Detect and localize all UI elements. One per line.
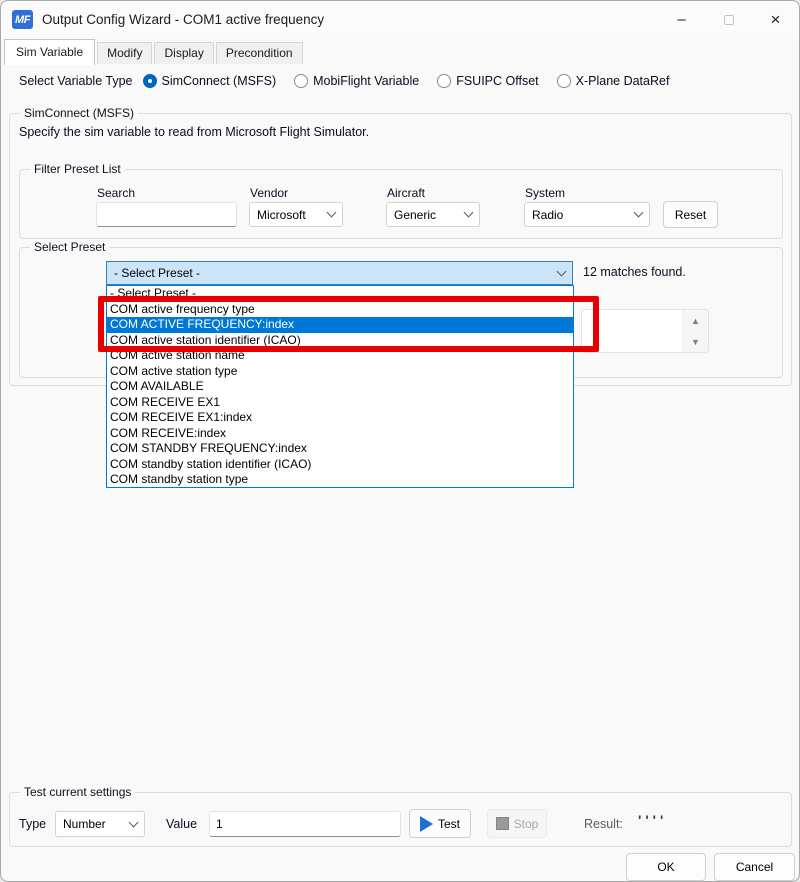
test-group-label: Test current settings (20, 785, 135, 799)
matches-found-text: 12 matches found. (583, 265, 686, 279)
simconnect-group-label: SimConnect (MSFS) (20, 106, 138, 120)
mobiflight-logo-icon: MF (12, 10, 33, 29)
search-input[interactable] (96, 202, 237, 227)
preset-option[interactable]: COM active frequency type (107, 302, 573, 318)
close-icon: × (771, 10, 781, 30)
chevron-down-icon (634, 208, 644, 218)
title-bar: MF Output Config Wizard - COM1 active fr… (1, 1, 799, 38)
variable-type-options: SimConnect (MSFS) MobiFlight Variable FSUI… (143, 74, 688, 88)
system-label: System (525, 186, 565, 200)
system-select[interactable]: Radio (524, 202, 650, 227)
preset-option[interactable]: COM RECEIVE:index (107, 426, 573, 442)
preset-option[interactable]: COM standby station identifier (ICAO) (107, 457, 573, 473)
value-label: Value (166, 817, 197, 831)
preset-option[interactable]: COM standby station type (107, 472, 573, 488)
tab-display[interactable]: Display (154, 42, 213, 64)
variable-type-caption: Select Variable Type (19, 74, 133, 88)
arrow-up-icon: ▲ (691, 316, 700, 326)
filter-group-label: Filter Preset List (30, 162, 125, 176)
preset-option[interactable]: COM ACTIVE FREQUENCY:index (107, 317, 573, 333)
type-select[interactable]: Number (55, 811, 145, 837)
test-button[interactable]: Test (409, 809, 471, 838)
maximize-icon (724, 15, 734, 25)
preset-select[interactable]: - Select Preset - (106, 261, 573, 285)
stop-icon (496, 817, 509, 830)
tab-modify[interactable]: Modify (97, 42, 152, 64)
radio-label: SimConnect (MSFS) (162, 74, 277, 88)
vendor-label: Vendor (250, 186, 288, 200)
variable-type-row: Select Variable Type SimConnect (MSFS) Mo… (19, 74, 687, 88)
spinner-down-button[interactable]: ▼ (683, 331, 708, 352)
dialog-window: MF Output Config Wizard - COM1 active fr… (0, 0, 800, 882)
radio-button-icon (143, 74, 157, 88)
radio-mobiflight-variable[interactable]: MobiFlight Variable (294, 74, 419, 88)
index-spinner[interactable]: ▲ ▼ (581, 309, 709, 353)
radio-fsuipc-offset[interactable]: FSUIPC Offset (437, 74, 538, 88)
preset-option[interactable]: - Select Preset - (107, 286, 573, 302)
radio-button-icon (437, 74, 451, 88)
cancel-button[interactable]: Cancel (714, 853, 795, 881)
preset-dropdown-list: - Select Preset -COM active frequency ty… (106, 285, 574, 488)
reset-button[interactable]: Reset (663, 201, 718, 228)
result-label: Result: (584, 817, 623, 831)
preset-option[interactable]: COM active station name (107, 348, 573, 364)
radio-simconnect-msfs[interactable]: SimConnect (MSFS) (143, 74, 277, 88)
vendor-select[interactable]: Microsoft (249, 202, 343, 227)
aircraft-select[interactable]: Generic (386, 202, 480, 227)
stop-button[interactable]: Stop (487, 809, 547, 838)
preset-option[interactable]: COM AVAILABLE (107, 379, 573, 395)
minimize-icon: – (677, 11, 685, 28)
chevron-down-icon (129, 817, 139, 827)
simconnect-description: Specify the sim variable to read from Mi… (19, 125, 369, 139)
radio-label: FSUIPC Offset (456, 74, 538, 88)
preset-option[interactable]: COM active station type (107, 364, 573, 380)
spinner-up-button[interactable]: ▲ (683, 310, 708, 331)
tab-strip: Sim VariableModifyDisplayPrecondition (4, 40, 305, 64)
index-spinner-value[interactable] (582, 310, 682, 352)
window-title: Output Config Wizard - COM1 active frequ… (42, 12, 324, 27)
minimize-button[interactable]: – (658, 1, 705, 38)
chevron-down-icon (464, 208, 474, 218)
play-icon (420, 816, 433, 832)
preset-group-label: Select Preset (30, 240, 109, 254)
chevron-down-icon (327, 208, 337, 218)
radio-button-icon (294, 74, 308, 88)
preset-option[interactable]: COM RECEIVE EX1 (107, 395, 573, 411)
radio-label: X-Plane DataRef (576, 74, 670, 88)
value-input[interactable] (209, 811, 401, 837)
result-value: '''' (638, 812, 667, 828)
tab-sim-variable[interactable]: Sim Variable (4, 39, 95, 65)
arrow-down-icon: ▼ (691, 337, 700, 347)
tab-precondition[interactable]: Precondition (216, 42, 303, 64)
ok-button[interactable]: OK (626, 853, 706, 881)
preset-option[interactable]: COM STANDBY FREQUENCY:index (107, 441, 573, 457)
maximize-button[interactable] (705, 1, 752, 38)
type-label: Type (19, 817, 46, 831)
aircraft-label: Aircraft (387, 186, 425, 200)
radio-label: MobiFlight Variable (313, 74, 419, 88)
radio-x-plane-dataref[interactable]: X-Plane DataRef (557, 74, 670, 88)
radio-button-icon (557, 74, 571, 88)
preset-option[interactable]: COM active station identifier (ICAO) (107, 333, 573, 349)
chevron-down-icon (557, 266, 567, 276)
preset-option[interactable]: COM RECEIVE EX1:index (107, 410, 573, 426)
close-button[interactable]: × (752, 1, 799, 38)
search-label: Search (97, 186, 135, 200)
